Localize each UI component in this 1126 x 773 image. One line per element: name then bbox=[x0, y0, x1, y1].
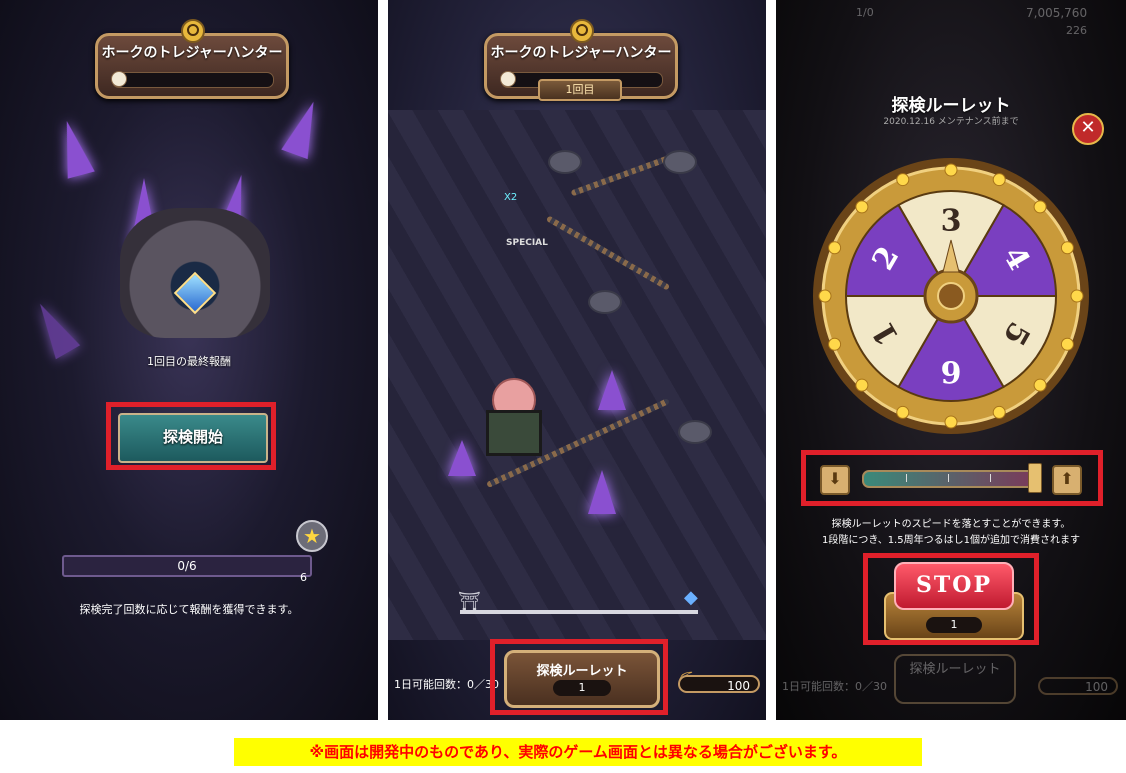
bg-daily-count: 1日可能回数：0／30 bbox=[782, 680, 887, 693]
clock-icon bbox=[111, 71, 127, 87]
wheel-bulb bbox=[1033, 200, 1047, 214]
slider-tick bbox=[990, 474, 991, 482]
magnifier-icon[interactable] bbox=[181, 19, 205, 43]
reward-note: 探検完了回数に応じて報酬を獲得できます。 bbox=[79, 603, 299, 616]
wheel-bulb bbox=[828, 337, 842, 351]
reward-count: 6 bbox=[300, 571, 307, 584]
event-title: ホークのトレジャーハンター bbox=[101, 45, 283, 61]
wheel-bulb bbox=[828, 241, 842, 255]
crystal-decoration bbox=[27, 296, 81, 360]
screen-map: X2 SPECIAL ホークのトレジャーハンター 1回目 ⛩ ◆ 1日可能回数：… bbox=[388, 0, 766, 720]
pickaxe-count: 100 bbox=[678, 675, 760, 693]
timer-bar bbox=[111, 71, 274, 88]
speed-desc-line1: 探検ルーレットのスピードを落とすことができます。 bbox=[831, 519, 1071, 530]
wheel-number: 3 bbox=[941, 203, 962, 238]
bg-roulette-button: 探検ルーレット bbox=[894, 654, 1016, 704]
multiplier-label: X2 bbox=[504, 192, 518, 203]
crystal-decoration bbox=[588, 470, 616, 514]
wheel-bulb bbox=[1060, 241, 1074, 255]
crystal-decoration bbox=[598, 370, 626, 410]
map-node[interactable] bbox=[548, 150, 582, 174]
crystal-decoration bbox=[448, 440, 476, 476]
gate-icon: ⛩ bbox=[458, 591, 481, 612]
round-label: 1回目 bbox=[538, 79, 622, 101]
map-node[interactable] bbox=[588, 290, 622, 314]
slider-tick bbox=[948, 474, 949, 482]
speed-desc-line2: 1段階につき、1.5周年つるはし1個が追加で消費されます bbox=[822, 535, 1080, 546]
magnifier-icon[interactable] bbox=[570, 19, 594, 43]
disclaimer-caption: ※画面は開発中のものであり、実際のゲーム画面とは異なる場合がございます。 bbox=[234, 738, 922, 766]
wheel-bulb bbox=[855, 200, 869, 214]
roulette-title: 探検ルーレット bbox=[891, 96, 1011, 116]
mine-cart bbox=[486, 410, 542, 456]
roulette-wheel: 345612 bbox=[813, 158, 1089, 434]
speed-slider[interactable] bbox=[862, 470, 1036, 488]
speed-down-button[interactable]: ⬇ bbox=[820, 465, 850, 495]
final-reward-cave[interactable] bbox=[100, 171, 290, 348]
highlight-box bbox=[863, 553, 1039, 645]
bg-pickaxe-count: 100 bbox=[1038, 677, 1118, 695]
wheel-bulb bbox=[1033, 378, 1047, 392]
crystal-decoration bbox=[53, 117, 95, 179]
screen-roulette: 1/0 7,005,760 226 探検ルーレット 2020.12.16 メンテ… bbox=[776, 0, 1126, 720]
goal-gem-icon: ◆ bbox=[684, 587, 698, 608]
event-title-plaque: ホークのトレジャーハンター bbox=[95, 19, 289, 99]
top-value: 7,005,760 bbox=[1026, 6, 1088, 20]
cave-caption: 1回目の最終報酬 bbox=[147, 355, 231, 368]
map-node[interactable] bbox=[678, 420, 712, 444]
wheel-bulb bbox=[944, 163, 958, 177]
special-label: SPECIAL bbox=[506, 238, 548, 248]
speed-up-button[interactable]: ⬆ bbox=[1052, 465, 1082, 495]
wheel-bulb bbox=[896, 173, 910, 187]
wheel-bulb bbox=[992, 173, 1006, 187]
wheel-bulb bbox=[1070, 289, 1084, 303]
top-value-a: 1/0 bbox=[856, 6, 874, 19]
crystal-decoration bbox=[281, 96, 327, 160]
star-reward-icon[interactable]: ★ bbox=[296, 520, 328, 552]
completion-progress-bar: 0/6 bbox=[62, 555, 312, 577]
clock-icon bbox=[500, 71, 516, 87]
daily-count: 1日可能回数：0／30 bbox=[394, 678, 499, 691]
wheel-bulb bbox=[944, 415, 958, 429]
wheel-bulb bbox=[992, 405, 1006, 419]
wheel-bulb bbox=[855, 378, 869, 392]
screen-start: ホークのトレジャーハンター 1回目の最終報酬 探検開始 ★ 0/6 6 探検完了… bbox=[0, 0, 378, 720]
wheel-number: 6 bbox=[941, 354, 962, 389]
speed-slider-knob[interactable] bbox=[1028, 463, 1042, 493]
slider-tick bbox=[906, 474, 907, 482]
highlight-box bbox=[490, 639, 668, 715]
progress-track bbox=[460, 610, 698, 614]
event-title: ホークのトレジャーハンター bbox=[490, 45, 672, 61]
wheel-bulb bbox=[1060, 337, 1074, 351]
top-value-b: 226 bbox=[1066, 24, 1087, 37]
wheel-bulb bbox=[896, 405, 910, 419]
wheel-hub-center bbox=[937, 282, 965, 310]
wheel-bulb bbox=[818, 289, 832, 303]
map-node[interactable] bbox=[663, 150, 697, 174]
highlight-box bbox=[106, 402, 276, 470]
